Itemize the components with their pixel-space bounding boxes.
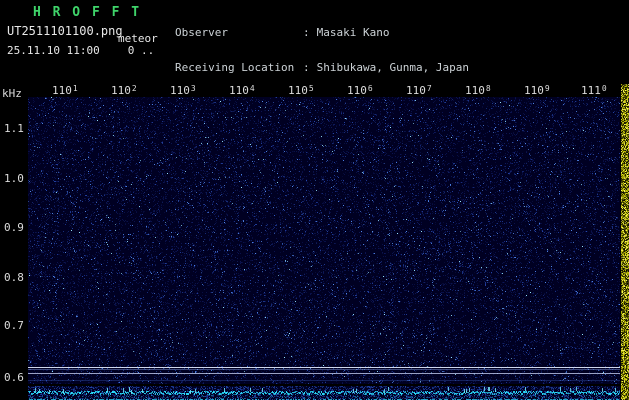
x-tick-base: 110 bbox=[406, 84, 426, 97]
x-tick-1105: 1105 bbox=[288, 84, 314, 97]
x-tick-base: 110 bbox=[465, 84, 485, 97]
y-tick-0.9: 0.9 bbox=[4, 221, 24, 234]
info-row-observer: Observer: Masaki Kano bbox=[175, 27, 522, 39]
x-tick-base: 110 bbox=[111, 84, 131, 97]
info-value: Shibukawa, Gunma, Japan bbox=[317, 61, 469, 74]
output-filename: UT2511101100.png bbox=[7, 24, 123, 38]
x-tick-base: 110 bbox=[52, 84, 72, 97]
hrofft-screen: H R O F F T UT2511101100.png meteor 25.1… bbox=[0, 0, 629, 400]
x-tick-1109: 1109 bbox=[524, 84, 550, 97]
y-tick-1.1: 1.1 bbox=[4, 122, 24, 135]
spectrogram-canvas bbox=[28, 97, 620, 384]
x-tick-1106: 1106 bbox=[347, 84, 373, 97]
x-tick-1104: 1104 bbox=[229, 84, 255, 97]
x-tick-sup: 5 bbox=[309, 84, 314, 93]
x-tick-1107: 1107 bbox=[406, 84, 432, 97]
x-tick-base: 110 bbox=[170, 84, 190, 97]
x-tick-sup: 3 bbox=[191, 84, 196, 93]
x-tick-1108: 1108 bbox=[465, 84, 491, 97]
y-tick-0.8: 0.8 bbox=[4, 271, 24, 284]
x-tick-1102: 1102 bbox=[111, 84, 137, 97]
y-tick-0.7: 0.7 bbox=[4, 319, 24, 332]
timestamp: 25.11.10 11:00 0 .. bbox=[7, 44, 154, 57]
x-tick-sup: 2 bbox=[132, 84, 137, 93]
right-marker-column bbox=[621, 84, 629, 400]
signal-level-strip bbox=[28, 386, 620, 400]
x-tick-1101: 1101 bbox=[52, 84, 78, 97]
echo-counter: 0 .. bbox=[128, 44, 155, 57]
info-label: Observer bbox=[175, 27, 303, 39]
info-row-location: Receiving Location: Shibukawa, Gunma, Jap… bbox=[175, 62, 522, 74]
x-tick-1110: 1110 bbox=[581, 84, 607, 97]
y-tick-1.0: 1.0 bbox=[4, 172, 24, 185]
x-tick-sup: 9 bbox=[545, 84, 550, 93]
app-title: H R O F F T bbox=[33, 5, 141, 20]
x-tick-base: 110 bbox=[524, 84, 544, 97]
x-tick-base: 110 bbox=[288, 84, 308, 97]
x-tick-sup: 1 bbox=[73, 84, 78, 93]
x-tick-sup: 7 bbox=[427, 84, 432, 93]
info-colon: : bbox=[303, 27, 310, 39]
info-value: Masaki Kano bbox=[317, 26, 390, 39]
info-colon: : bbox=[303, 62, 310, 74]
datetime-text: 25.11.10 11:00 bbox=[7, 44, 100, 57]
x-tick-sup: 0 bbox=[602, 84, 607, 93]
x-tick-1103: 1103 bbox=[170, 84, 196, 97]
y-axis-unit-label: kHz bbox=[2, 87, 22, 100]
x-tick-sup: 4 bbox=[250, 84, 255, 93]
y-tick-0.6: 0.6 bbox=[4, 371, 24, 384]
x-tick-base: 110 bbox=[229, 84, 249, 97]
x-tick-base: 111 bbox=[581, 84, 601, 97]
info-label: Receiving Location bbox=[175, 62, 303, 74]
x-tick-base: 110 bbox=[347, 84, 367, 97]
x-tick-sup: 6 bbox=[368, 84, 373, 93]
x-tick-sup: 8 bbox=[486, 84, 491, 93]
